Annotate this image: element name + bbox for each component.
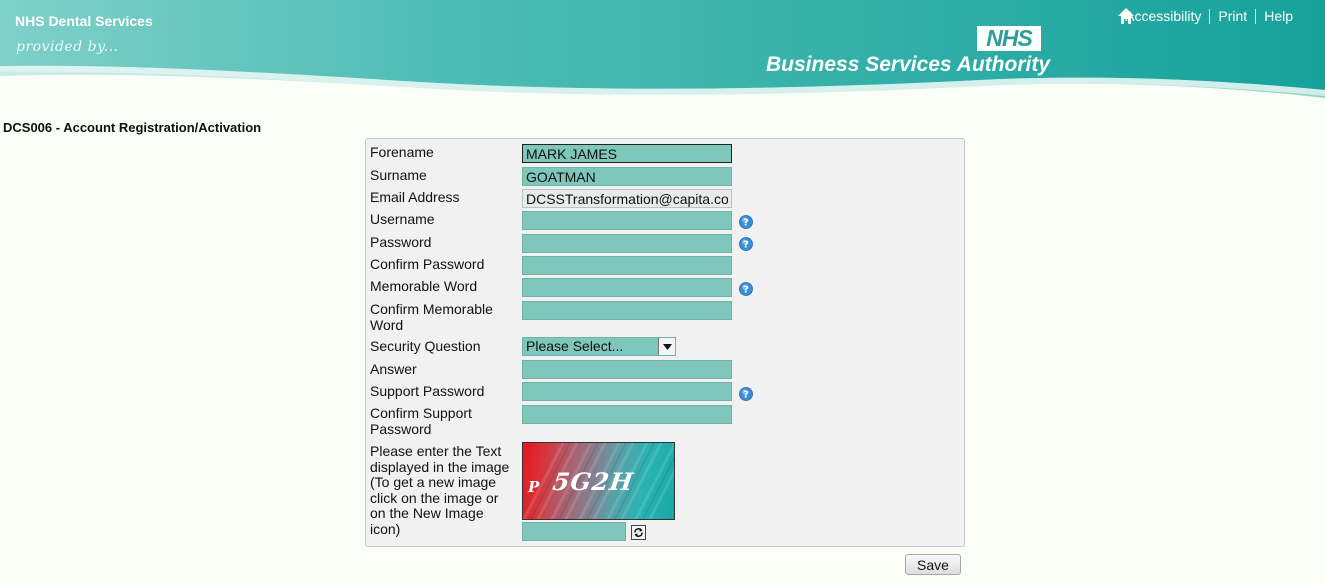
provided-by-tagline: provided by... [16, 39, 119, 55]
email-label: Email Address [370, 189, 460, 205]
memorable-word-help-icon[interactable]: ? [739, 282, 753, 296]
forename-label: Forename [370, 144, 434, 160]
confirm-memorable-word-label: Confirm Memorable Word [370, 301, 493, 333]
password-help-icon[interactable]: ? [739, 237, 753, 251]
security-question-selected: Please Select... [526, 338, 624, 354]
home-icon[interactable] [1117, 7, 1135, 25]
username-label: Username [370, 211, 435, 227]
surname-label: Surname [370, 167, 427, 183]
support-password-input[interactable] [522, 382, 732, 401]
svg-text:?: ? [743, 390, 749, 401]
org-name: NHS Dental Services [15, 13, 153, 29]
confirm-memorable-word-input[interactable] [522, 301, 732, 320]
captcha-image[interactable]: P 5G2H [522, 442, 675, 520]
save-button[interactable]: Save [905, 554, 961, 575]
top-links: Accessibility Print Help [1117, 7, 1301, 25]
svg-text:?: ? [743, 285, 749, 296]
answer-label: Answer [370, 361, 417, 377]
print-link[interactable]: Print [1210, 8, 1255, 24]
forename-input[interactable] [522, 144, 732, 163]
support-password-help-icon[interactable]: ? [739, 387, 753, 401]
confirm-support-password-label: Confirm Support Password [370, 405, 472, 437]
nhs-logo: NHS [977, 26, 1041, 51]
refresh-icon[interactable] [631, 525, 646, 540]
security-question-select[interactable]: Please Select... [522, 337, 676, 356]
help-link[interactable]: Help [1256, 8, 1301, 24]
email-input[interactable] [522, 189, 732, 208]
captcha-input[interactable] [522, 522, 626, 541]
password-input[interactable] [522, 234, 732, 253]
registration-form: Forename Surname Email Address Username … [365, 138, 965, 547]
memorable-word-input[interactable] [522, 278, 732, 297]
captcha-text: 5G2H [550, 467, 636, 496]
svg-text:?: ? [743, 218, 749, 229]
confirm-password-input[interactable] [522, 256, 732, 275]
password-label: Password [370, 234, 432, 250]
captcha-instructions: Please enter the Text displayed in the i… [370, 443, 510, 537]
confirm-password-label: Confirm Password [370, 256, 485, 272]
svg-text:?: ? [743, 240, 749, 251]
confirm-support-password-input[interactable] [522, 405, 732, 424]
site-header: NHS Dental Services provided by... Acces… [0, 0, 1325, 112]
surname-input[interactable] [522, 167, 732, 186]
captcha-text-small: P [528, 478, 540, 496]
authority-title: Business Services Authority [766, 53, 1050, 76]
answer-input[interactable] [522, 360, 732, 379]
username-help-icon[interactable]: ? [739, 215, 753, 229]
memorable-word-label: Memorable Word [370, 278, 478, 294]
username-input[interactable] [522, 211, 732, 230]
support-password-label: Support Password [370, 383, 485, 399]
security-question-label: Security Question [370, 338, 481, 354]
chevron-down-icon[interactable] [658, 338, 675, 355]
page-title: DCS006 - Account Registration/Activation [3, 120, 262, 135]
